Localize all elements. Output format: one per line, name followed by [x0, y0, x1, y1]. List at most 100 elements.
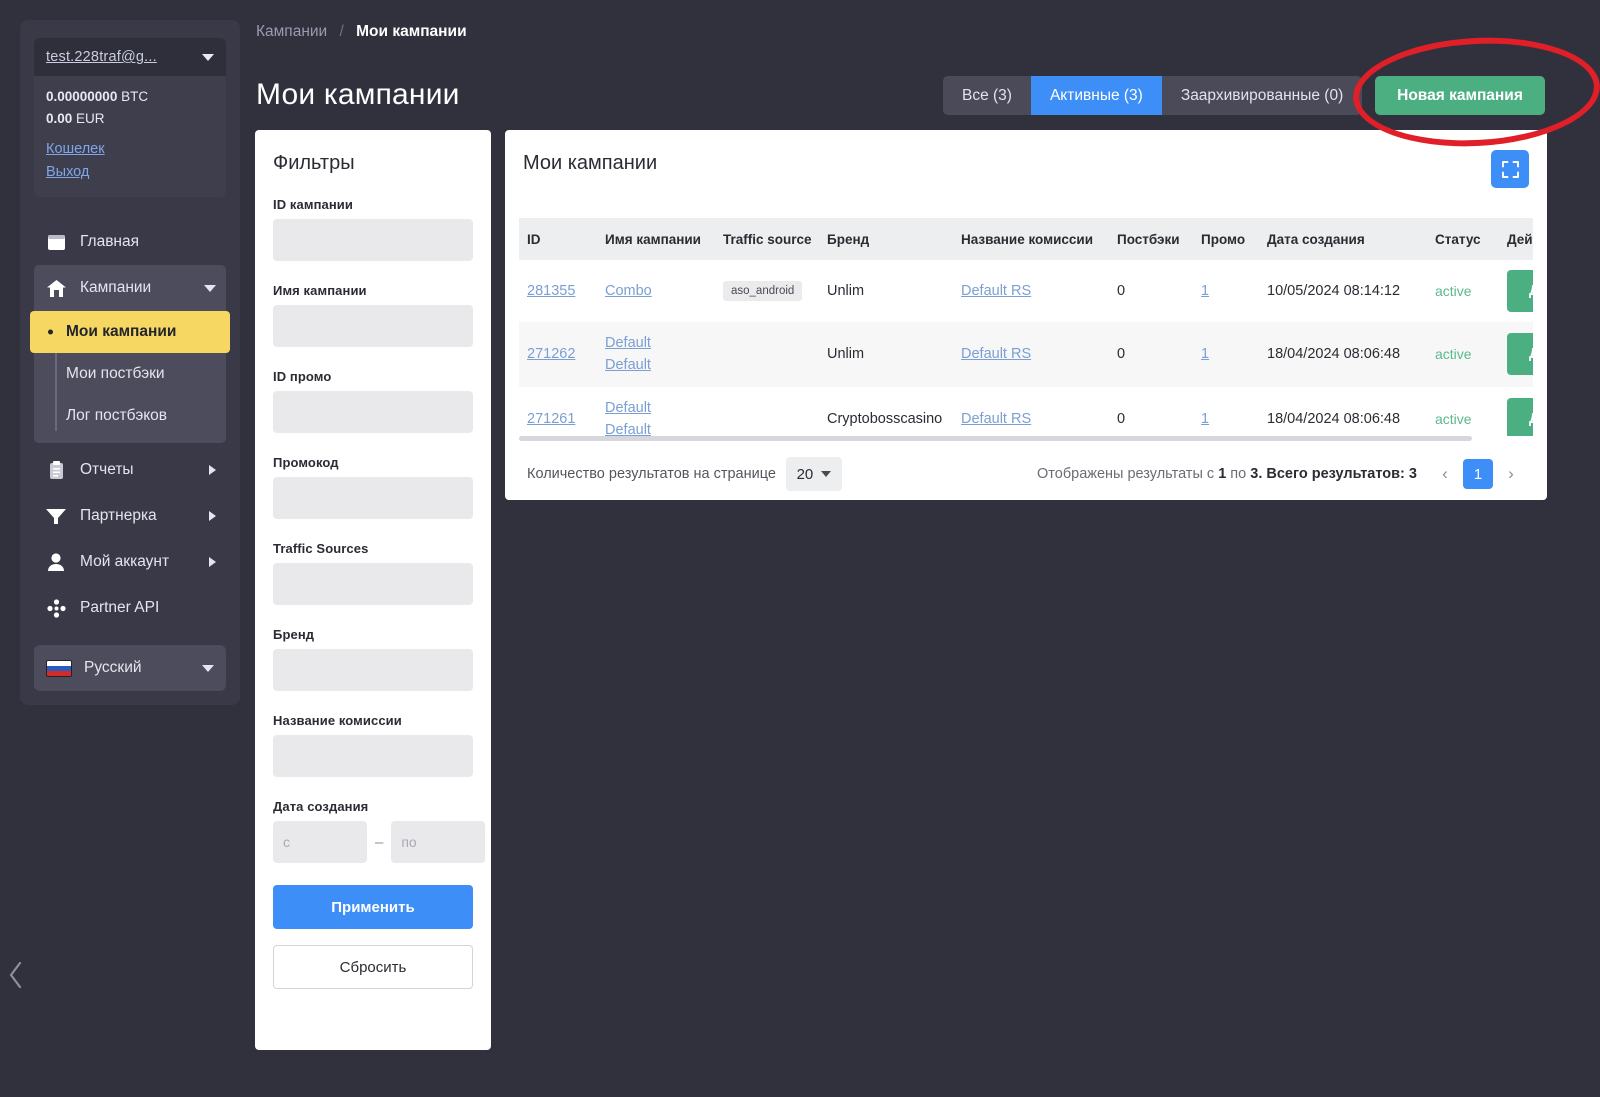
table-scroll-container[interactable]: ID Имя кампании Traffic source Бренд Наз… [519, 218, 1533, 436]
sidebar: test.228traf@g... 0.00000000 BTC 0.00 EU… [20, 20, 240, 705]
account-links: Кошелек Выход [46, 138, 214, 183]
cell-promo: 1 [1193, 387, 1259, 436]
account-balances: 0.00000000 BTC 0.00 EUR Кошелек Выход [34, 76, 226, 197]
cell-created: 18/04/2024 08:06:48 [1267, 346, 1401, 363]
table-row[interactable]: 281355 Combo aso_android Unlim Default R… [519, 260, 1533, 322]
sidebar-item-label: Главная [80, 233, 139, 251]
filter-date-to-input[interactable] [391, 821, 486, 863]
campaign-name-link[interactable]: Combo [605, 280, 707, 302]
filter-promo-id-input[interactable] [273, 391, 473, 433]
sidebar-item-my-postbacks[interactable]: Мои постбэки [34, 353, 226, 395]
cell-id: 281355 [519, 260, 597, 322]
cell-status: active [1427, 260, 1499, 322]
cell-postbacks: 0 [1117, 346, 1126, 363]
campaign-name-link[interactable]: Default [605, 354, 707, 376]
sidebar-item-partnership[interactable]: Партнерка [34, 493, 226, 539]
tab-all[interactable]: Все (3) [943, 76, 1031, 115]
sidebar-item-postback-log[interactable]: Лог постбэков [34, 395, 226, 437]
apply-filters-button[interactable]: Применить [273, 885, 473, 929]
campaign-id-link[interactable]: 271261 [527, 411, 575, 427]
cell-traffic-source: aso_android [715, 260, 819, 322]
campaign-id-link[interactable]: 281355 [527, 283, 575, 299]
campaign-name-link[interactable]: Default [605, 397, 707, 419]
col-actions: Действия [1499, 218, 1533, 260]
chevron-right-icon [209, 557, 216, 568]
cell-promo: 1 [1193, 260, 1259, 322]
breadcrumb: Кампании / Мои кампании [256, 23, 467, 41]
filter-commission-name-input[interactable] [273, 735, 473, 777]
per-page-select[interactable]: 20 [785, 457, 842, 491]
status-badge: active [1435, 282, 1472, 299]
per-page-value: 20 [796, 465, 814, 483]
prev-page-button[interactable]: ‹ [1431, 459, 1459, 489]
filter-date-from-input[interactable] [273, 821, 367, 863]
filter-promocode-input[interactable] [273, 477, 473, 519]
filter-date-range: – [273, 821, 486, 863]
filter-traffic-sources-input[interactable] [273, 563, 473, 605]
results-prefix: Отображены результаты с [1037, 466, 1219, 482]
filter-brand-input[interactable] [273, 649, 473, 691]
table-horizontal-scrollbar[interactable] [519, 436, 1533, 441]
card-title: Мои кампании [523, 152, 658, 174]
campaign-name-link[interactable]: Default [605, 332, 707, 354]
promo-link[interactable]: 1 [1201, 346, 1209, 362]
logout-link[interactable]: Выход [46, 161, 214, 183]
page-number-1[interactable]: 1 [1463, 459, 1493, 489]
filter-campaign-name-input[interactable] [273, 305, 473, 347]
tab-active[interactable]: Активные (3) [1030, 76, 1162, 115]
scrollbar-thumb[interactable] [519, 436, 1473, 441]
account-selector[interactable]: test.228traf@g... [34, 38, 226, 76]
breadcrumb-parent[interactable]: Кампании [256, 23, 327, 40]
table-row[interactable]: 271262 Default Default Unlim Default RS … [519, 322, 1533, 387]
tab-archived[interactable]: Заархивированные (0) [1162, 76, 1362, 115]
sidebar-item-label: Мой аккаунт [80, 553, 170, 571]
cell-traffic-source [715, 322, 819, 387]
campaigns-table: ID Имя кампании Traffic source Бренд Наз… [519, 218, 1533, 436]
sidebar-item-home[interactable]: Главная [34, 219, 226, 265]
add-button[interactable]: Добавить [1507, 333, 1533, 376]
sidebar-item-label: Отчеты [80, 461, 134, 479]
cell-created: 18/04/2024 08:06:48 [1267, 411, 1401, 428]
add-button[interactable]: Добавить [1507, 398, 1533, 436]
next-page-button[interactable]: › [1497, 459, 1525, 489]
results-total-label: . Всего результатов: [1258, 466, 1409, 482]
sidebar-collapse-button[interactable] [4, 955, 28, 995]
per-page-label: Количество результатов на странице [527, 466, 776, 482]
sidebar-item-my-account[interactable]: Мой аккаунт [34, 539, 226, 585]
sidebar-item-my-campaigns[interactable]: Мои кампании [30, 311, 230, 354]
campaign-id-link[interactable]: 271262 [527, 346, 575, 362]
sidebar-item-campaigns[interactable]: Кампании [34, 265, 226, 311]
sidebar-item-reports[interactable]: Отчеты [34, 447, 226, 493]
commission-link[interactable]: Default RS [961, 346, 1031, 362]
commission-link[interactable]: Default RS [961, 283, 1031, 299]
date-range-dash: – [375, 833, 384, 851]
language-selector[interactable]: Русский [34, 645, 226, 692]
cell-traffic-source [715, 387, 819, 436]
col-commission: Название комиссии [953, 218, 1109, 260]
campaign-name-link[interactable]: Default [605, 419, 707, 436]
balance-amount: 0.00 [46, 110, 73, 126]
col-traffic-source: Traffic source [715, 218, 819, 260]
ru-flag-icon [46, 659, 72, 677]
sidebar-subitem-label: Лог постбэков [66, 407, 168, 425]
commission-link[interactable]: Default RS [961, 411, 1031, 427]
sidebar-item-partner-api[interactable]: Partner API [34, 585, 226, 631]
col-postbacks: Постбэки [1109, 218, 1193, 260]
cell-postbacks: 0 [1117, 411, 1126, 428]
chevron-down-icon [202, 53, 214, 61]
expand-fullscreen-button[interactable] [1491, 150, 1529, 188]
reset-filters-button[interactable]: Сбросить [273, 945, 473, 989]
status-badge: active [1435, 410, 1472, 427]
chevron-down-icon [202, 664, 214, 672]
wallet-link[interactable]: Кошелек [46, 138, 214, 160]
balance-row: 0.00 EUR [46, 109, 214, 129]
breadcrumb-current: Мои кампании [356, 23, 467, 40]
promo-link[interactable]: 1 [1201, 411, 1209, 427]
sidebar-item-label: Партнерка [80, 507, 157, 525]
sidebar-submenu: Мои кампании Мои постбэки Лог постбэков [30, 311, 230, 437]
new-campaign-button[interactable]: Новая кампания [1375, 76, 1545, 115]
add-button[interactable]: Добавить [1507, 270, 1533, 312]
table-row[interactable]: 271261 Default Default Cryptobosscasino … [519, 386, 1533, 436]
filter-campaign-id-input[interactable] [273, 219, 473, 261]
promo-link[interactable]: 1 [1201, 283, 1209, 299]
